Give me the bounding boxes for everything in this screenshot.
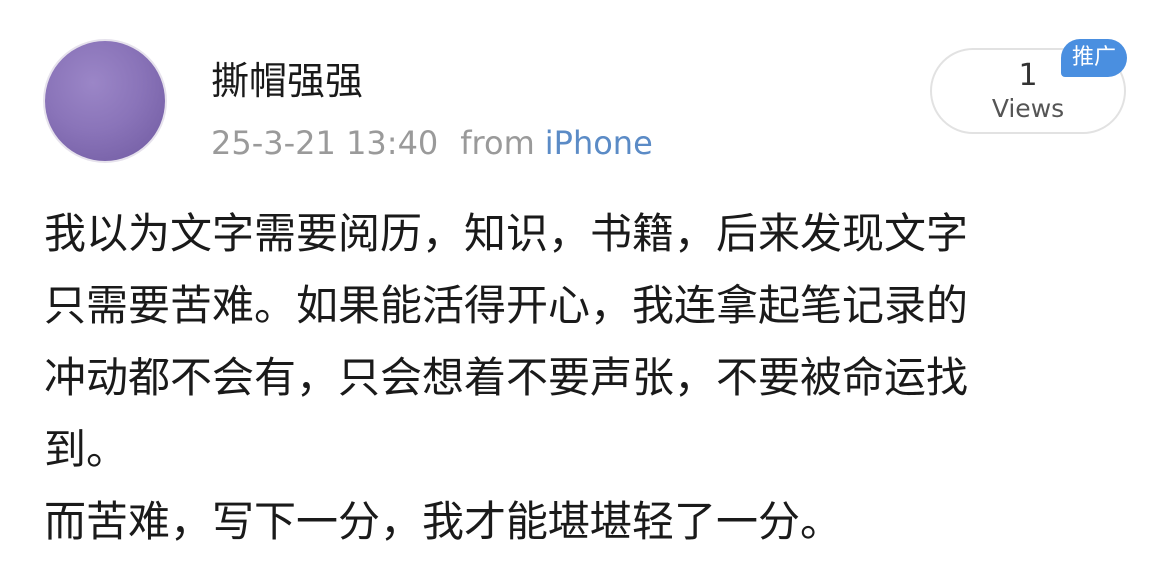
views-label: Views (991, 94, 1065, 123)
post-text-line: 我以为文字需要阅历，知识，书籍，后来发现文字 (44, 209, 969, 258)
username[interactable]: 撕帽强强 (211, 56, 363, 106)
post-text-line: 而苦难，写下一分，我才能堪堪轻了一分。 (44, 497, 843, 546)
avatar[interactable] (45, 41, 165, 161)
post-meta: 25-3-21 13:40 from iPhone (211, 121, 653, 165)
post-from-label: from (460, 124, 535, 162)
post-text-line: 冲动都不会有，只会想着不要声张，不要被命运找 (44, 353, 969, 402)
post-text-line: 只需要苦难。如果能活得开心，我连拿起笔记录的 (44, 281, 969, 330)
promo-badge[interactable]: 推广 (1061, 39, 1127, 77)
post-device-link[interactable]: iPhone (545, 124, 653, 162)
post-body: 我以为文字需要阅历，知识，书籍，后来发现文字 只需要苦难。如果能活得开心，我连拿… (44, 198, 1134, 558)
post-time: 25-3-21 13:40 (211, 124, 439, 162)
post-text-line: 到。 (44, 425, 129, 474)
